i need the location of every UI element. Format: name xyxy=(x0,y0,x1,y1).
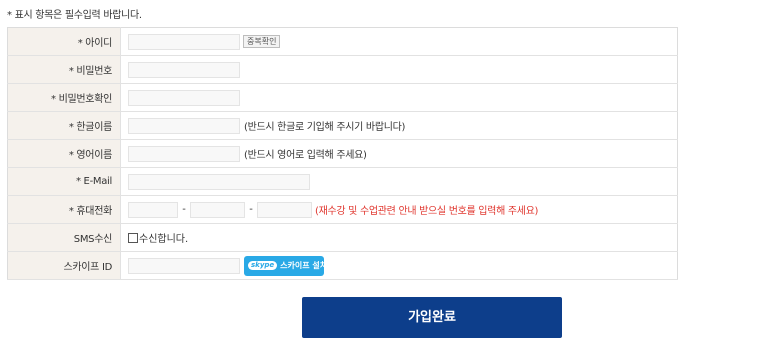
korean-name-hint: (반드시 한글로 기입해 주시기 바랍니다) xyxy=(244,122,406,133)
sms-checkbox-label[interactable]: 수신합니다. xyxy=(139,234,188,245)
mobile-input-3[interactable] xyxy=(257,201,312,218)
mobile-input-2[interactable] xyxy=(190,201,245,218)
signup-form-table: * 아이디 중복확인 * 비밀번호 * 비밀번호확인 * 한글이름 (반드시 한… xyxy=(7,27,678,280)
korean-name-input[interactable] xyxy=(128,117,240,134)
mobile-input-1[interactable] xyxy=(128,201,178,218)
form-row-mobile: * 휴대전화 - - (재수강 및 수업관련 안내 받으실 번호를 입력해 주세요) xyxy=(7,195,678,224)
skype-install-button[interactable]: skype 스카이프 설치 xyxy=(244,255,328,276)
skype-logo-icon: skype xyxy=(248,260,278,270)
sms-label: SMS수신 xyxy=(7,223,121,252)
form-row-sms: SMS수신 수신합니다. xyxy=(7,223,678,252)
mobile-label: * 휴대전화 xyxy=(7,195,121,224)
required-note: * 표시 항목은 필수입력 바랍니다. xyxy=(7,10,142,21)
id-input[interactable] xyxy=(128,33,240,50)
duplicate-check-button[interactable]: 중복확인 xyxy=(243,35,281,48)
password-input[interactable] xyxy=(128,61,240,78)
skype-label: 스카이프 ID xyxy=(7,251,121,280)
form-row-email: * E-Mail xyxy=(7,167,678,196)
form-row-skype: 스카이프 ID skype 스카이프 설치 xyxy=(7,251,678,280)
english-name-label: * 영어이름 xyxy=(7,139,121,168)
mobile-hint: (재수강 및 수업관련 안내 받으실 번호를 입력해 주세요) xyxy=(315,206,539,217)
id-label: * 아이디 xyxy=(7,27,121,56)
password-confirm-input[interactable] xyxy=(128,89,240,106)
password-label: * 비밀번호 xyxy=(7,55,121,84)
form-row-id: * 아이디 중복확인 xyxy=(7,27,678,56)
english-name-input[interactable] xyxy=(128,145,240,162)
email-label: * E-Mail xyxy=(7,167,121,196)
mobile-separator-2: - xyxy=(249,204,253,215)
form-row-english-name: * 영어이름 (반드시 영어로 입력해 주세요) xyxy=(7,139,678,168)
korean-name-label: * 한글이름 xyxy=(7,111,121,140)
password-confirm-label: * 비밀번호확인 xyxy=(7,83,121,112)
form-row-password: * 비밀번호 xyxy=(7,55,678,84)
email-input[interactable] xyxy=(128,173,310,190)
form-row-korean-name: * 한글이름 (반드시 한글로 기입해 주시기 바랍니다) xyxy=(7,111,678,140)
english-name-hint: (반드시 영어로 입력해 주세요) xyxy=(244,150,367,161)
signup-complete-button[interactable]: 가입완료 xyxy=(302,297,562,338)
skype-id-input[interactable] xyxy=(128,257,240,274)
mobile-separator-1: - xyxy=(182,204,186,215)
skype-install-label: 스카이프 설치 xyxy=(280,260,328,270)
sms-checkbox[interactable] xyxy=(128,232,138,243)
form-row-password-confirm: * 비밀번호확인 xyxy=(7,83,678,112)
